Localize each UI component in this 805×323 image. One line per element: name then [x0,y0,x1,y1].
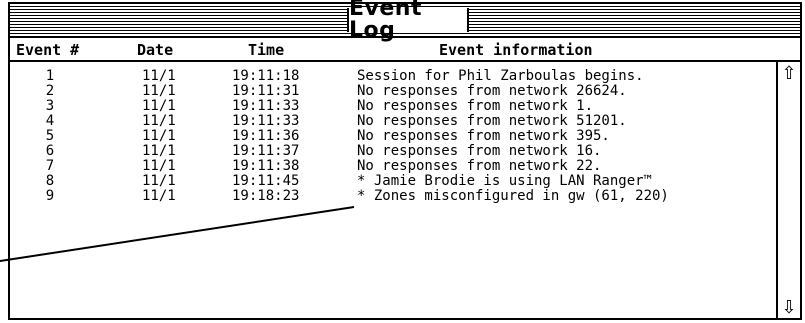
table-header: Event # Date Time Event information [10,38,800,62]
column-header-time: Time [248,41,285,59]
table-row[interactable]: 4 11/1 19:11:33 No responses from networ… [10,114,778,129]
title-bar[interactable]: Event Log [10,0,800,42]
table-row[interactable]: 3 11/1 19:11:33 No responses from networ… [10,99,778,114]
window-title-container: Event Log [347,0,469,42]
event-date: 11/1 [142,143,176,159]
event-number: 5 [45,128,55,144]
table-row[interactable]: 7 11/1 19:11:38 No responses from networ… [10,159,778,174]
table-row[interactable]: 2 11/1 19:11:31 No responses from networ… [10,84,778,99]
event-information: * Jamie Brodie is using LAN Ranger™ [357,173,653,189]
event-number: 2 [45,83,55,99]
event-date: 11/1 [142,128,176,144]
event-time: 19:11:33 [232,98,300,114]
event-number: 9 [45,188,55,204]
event-time: 19:11:36 [232,128,300,144]
event-information: No responses from network 395. [357,128,610,144]
table-row[interactable]: 5 11/1 19:11:36 No responses from networ… [10,129,778,144]
event-time: 19:18:23 [232,188,300,204]
event-information: No responses from network 26624. [357,83,627,99]
event-time: 19:11:37 [232,143,300,159]
column-header-event-information: Event information [439,41,593,59]
event-number: 1 [45,68,55,84]
event-information: No responses from network 51201. [357,113,627,129]
event-information: No responses from network 1. [357,98,594,114]
column-header-date: Date [137,41,174,59]
event-time: 19:11:33 [232,113,300,129]
event-information: * Zones misconfigured in gw (61, 220) [357,188,669,204]
table-row[interactable]: 1 11/1 19:11:18 Session for Phil Zarboul… [10,69,778,84]
event-log-window: Event Log Event # Date Time Event inform… [8,0,802,320]
event-date: 11/1 [142,68,176,84]
up-arrow-icon[interactable]: ⇧ [781,65,797,83]
event-date: 11/1 [142,158,176,174]
event-information: No responses from network 16. [357,143,602,159]
event-number: 8 [45,173,55,189]
down-arrow-icon[interactable]: ⇩ [781,299,797,317]
event-information: Session for Phil Zarboulas begins. [357,68,644,84]
table-row[interactable]: 6 11/1 19:11:37 No responses from networ… [10,144,778,159]
event-date: 11/1 [142,113,176,129]
event-number: 3 [45,98,55,114]
event-time: 19:11:31 [232,83,300,99]
vertical-scrollbar[interactable]: ⇧ ⇩ [776,62,800,318]
event-information: No responses from network 22. [357,158,602,174]
event-date: 11/1 [142,98,176,114]
event-time: 19:11:18 [232,68,300,84]
event-time: 19:11:38 [232,158,300,174]
event-number: 6 [45,143,55,159]
table-row[interactable]: 9 11/1 19:18:23 * Zones misconfigured in… [10,189,778,204]
table-row[interactable]: 8 11/1 19:11:45 * Jamie Brodie is using … [10,174,778,189]
column-header-event-number: Event # [16,41,80,59]
event-number: 7 [45,158,55,174]
event-number: 4 [45,113,55,129]
event-list[interactable]: 1 11/1 19:11:18 Session for Phil Zarboul… [10,62,778,318]
screenshot-page: Event Log Event # Date Time Event inform… [0,0,805,323]
event-time: 19:11:45 [232,173,300,189]
event-date: 11/1 [142,173,176,189]
window-title: Event Log [349,0,422,43]
event-date: 11/1 [142,188,176,204]
event-date: 11/1 [142,83,176,99]
